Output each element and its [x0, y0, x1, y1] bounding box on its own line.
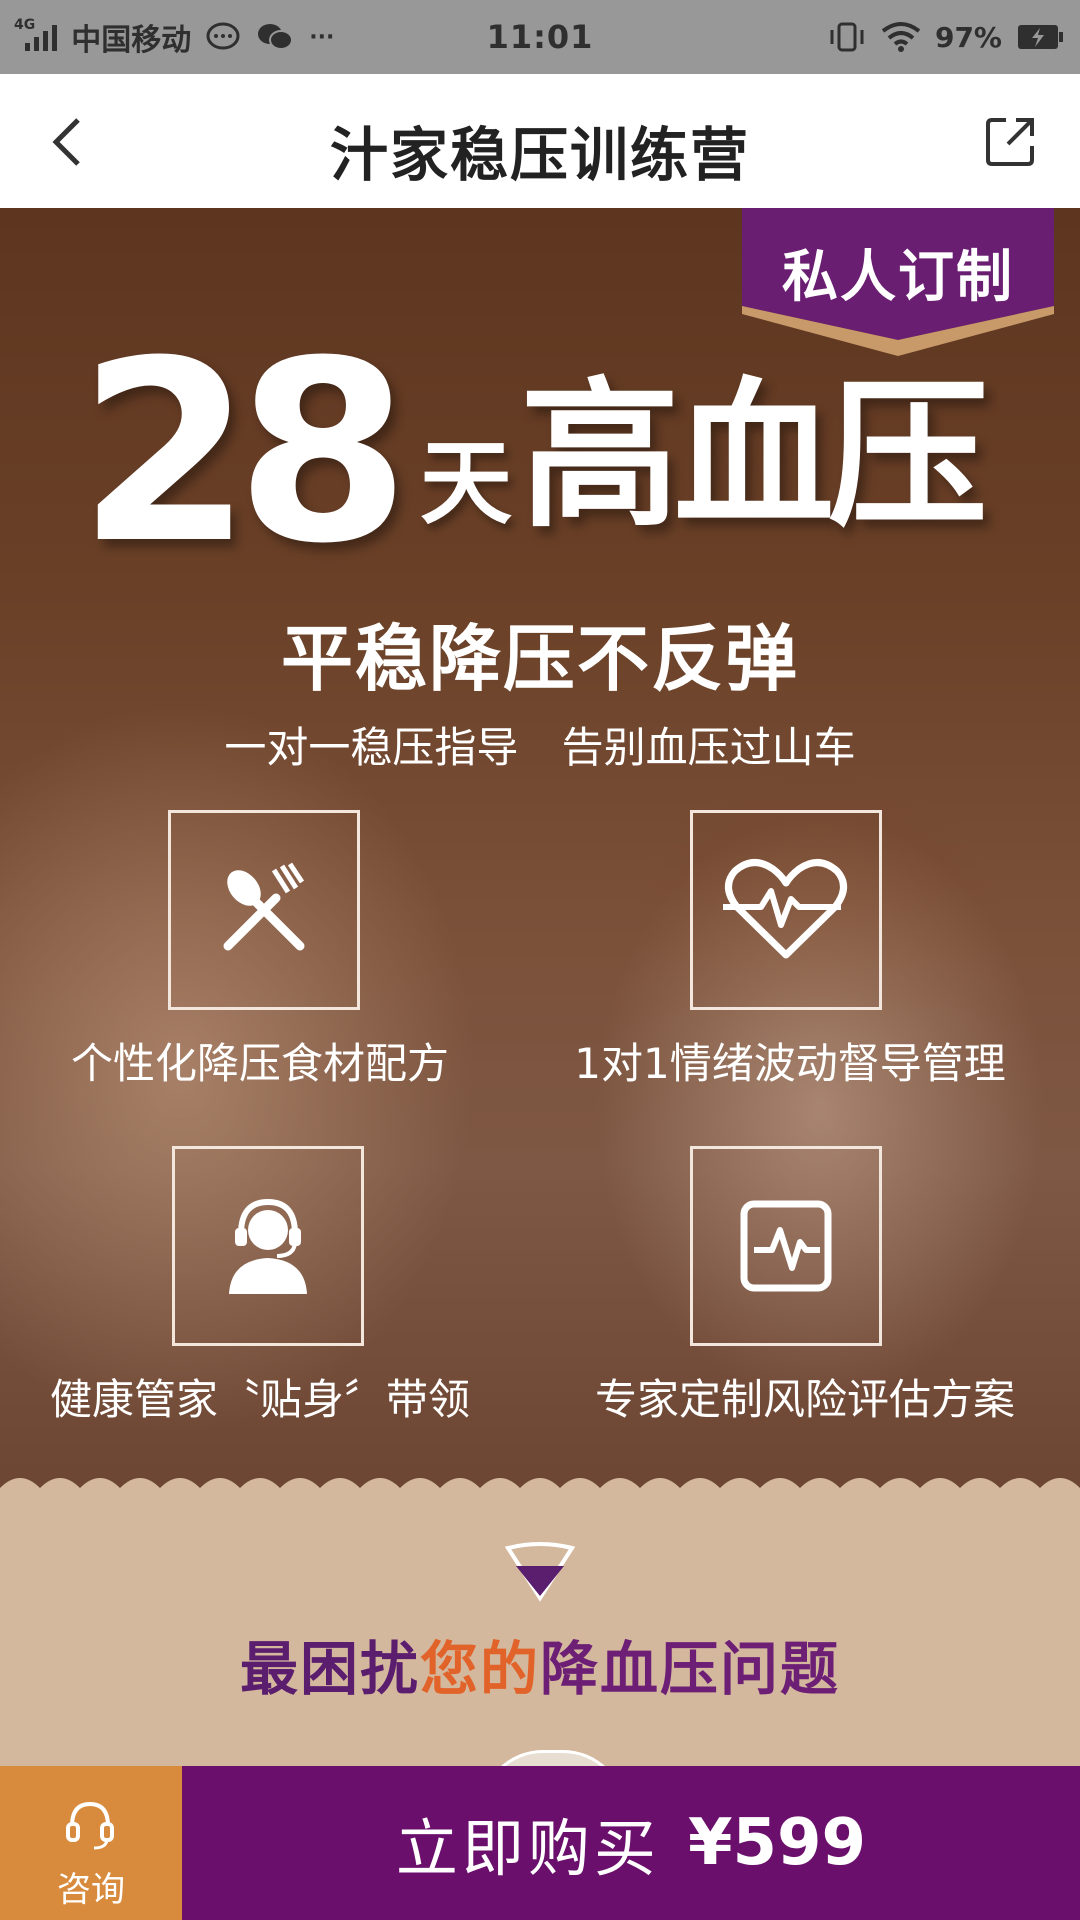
heading-part-1: 最困扰: [239, 1635, 420, 1703]
page-title: 汁家稳压训练营: [329, 121, 750, 189]
hero-tagline: 一对一稳压指导 告别血压过山车: [224, 723, 856, 772]
problem-section: 最困扰您的降血压问题: [0, 1488, 1080, 1813]
wifi-icon: [881, 22, 921, 52]
hero-subtitle: 平稳降压不反弹: [280, 617, 799, 701]
feature-label-butler: 健康管家〝贴身〞带领: [49, 1375, 470, 1424]
buy-now-button[interactable]: 立即购买 ¥599: [182, 1766, 1080, 1920]
headset-person-icon: [229, 1198, 307, 1294]
nav-bar: 汁家稳压训练营: [0, 74, 1080, 209]
feature-label-diet: 个性化降压食材配方: [70, 1039, 449, 1088]
ribbon-label: 私人订制: [782, 245, 1014, 310]
battery-percent: 97%: [934, 20, 1002, 54]
feature-card-butler: [172, 1146, 364, 1346]
feature-card-diet: [168, 810, 360, 1010]
heartbeat-icon: [723, 859, 847, 959]
heading-part-2: 您的: [419, 1635, 540, 1703]
consult-button[interactable]: 咨询: [0, 1766, 182, 1920]
headline-number: 28: [78, 307, 410, 598]
feature-label-assessment: 专家定制风险评估方案: [594, 1375, 1015, 1424]
section-heading: 最困扰您的降血压问题: [0, 1622, 1080, 1706]
fork-spoon-icon: [223, 862, 305, 951]
hero-banner: 私人订制 28 天 高血压 平稳降压不反弹 一对一稳压指导 告别血压过山车 个性…: [0, 208, 1080, 1488]
headline-day: 天: [420, 430, 513, 537]
vibrate-icon: [830, 22, 864, 52]
price: ¥599: [687, 1806, 867, 1880]
headset-icon: [66, 1801, 114, 1850]
feature-card-emotion: [690, 810, 882, 1010]
section-marker-icon: [504, 1542, 576, 1602]
battery-charging-icon: [1018, 25, 1063, 49]
share-button[interactable]: [982, 114, 1038, 170]
monitor-pulse-icon: [740, 1200, 832, 1292]
headline-text: 高血压: [520, 362, 988, 549]
heading-part-3: 降血压问题: [540, 1635, 841, 1703]
feature-card-assessment: [690, 1146, 882, 1346]
buy-now-label: 立即购买: [395, 1812, 660, 1885]
bottom-action-bar: 咨询 立即购买 ¥599: [0, 1766, 1080, 1920]
feature-label-emotion: 1对1情绪波动督导管理: [574, 1039, 1006, 1088]
status-bar: 4G 中国移动 ··· 11:01 97%: [0, 0, 1080, 74]
consult-label: 咨询: [57, 1870, 125, 1910]
scallop-divider: [0, 1478, 1080, 1488]
